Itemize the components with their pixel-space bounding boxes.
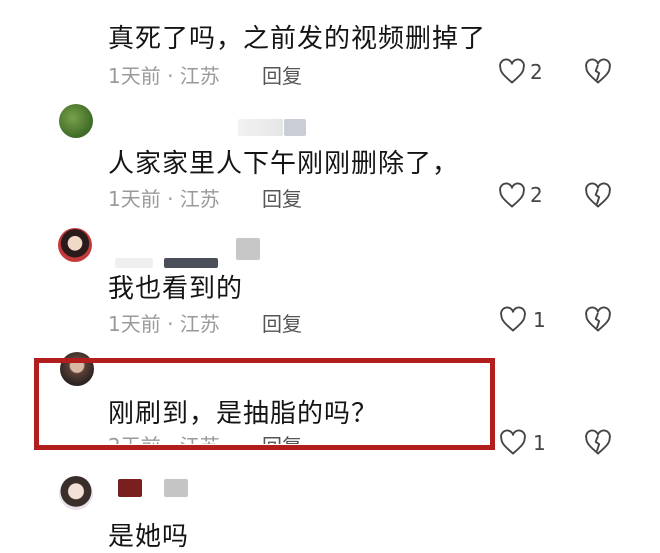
- broken-heart-icon[interactable]: [584, 182, 612, 210]
- username-blurred: [164, 479, 188, 497]
- reply-button[interactable]: 回复: [262, 60, 302, 89]
- heart-outline-icon[interactable]: [498, 58, 526, 86]
- broken-heart-icon[interactable]: [584, 429, 612, 457]
- avatar[interactable]: [59, 476, 93, 510]
- highlight-box: [34, 358, 495, 450]
- comment-text: 我也看到的: [108, 274, 244, 304]
- avatar[interactable]: [58, 228, 92, 262]
- comment-text: 是她吗: [108, 522, 190, 552]
- username-blurred: [115, 258, 153, 268]
- comment-text: 真死了吗，之前发的视频删掉了: [108, 24, 487, 54]
- comment-meta: 1天前 · 江苏: [108, 312, 220, 336]
- like-count: 1: [533, 431, 546, 455]
- comment-meta: 1天前 · 江苏: [108, 187, 220, 211]
- reply-button[interactable]: 回复: [262, 183, 302, 212]
- heart-outline-icon[interactable]: [499, 306, 527, 334]
- comment-meta: 1天前 · 江苏: [108, 64, 220, 88]
- username-blurred: [284, 119, 306, 136]
- broken-heart-icon[interactable]: [584, 306, 612, 334]
- username-blurred: [236, 238, 260, 260]
- like-count: 2: [530, 60, 543, 84]
- username-blurred: [164, 258, 218, 268]
- heart-outline-icon[interactable]: [498, 182, 526, 210]
- broken-heart-icon[interactable]: [584, 58, 612, 86]
- like-count: 2: [530, 183, 543, 207]
- username-blurred: [238, 119, 283, 136]
- reply-button[interactable]: 回复: [262, 308, 302, 337]
- username-blurred: [118, 479, 142, 497]
- comment-text: 人家家里人下午刚刚删除了，: [108, 149, 460, 179]
- avatar[interactable]: [59, 104, 93, 138]
- heart-outline-icon[interactable]: [499, 429, 527, 457]
- like-count: 1: [533, 308, 546, 332]
